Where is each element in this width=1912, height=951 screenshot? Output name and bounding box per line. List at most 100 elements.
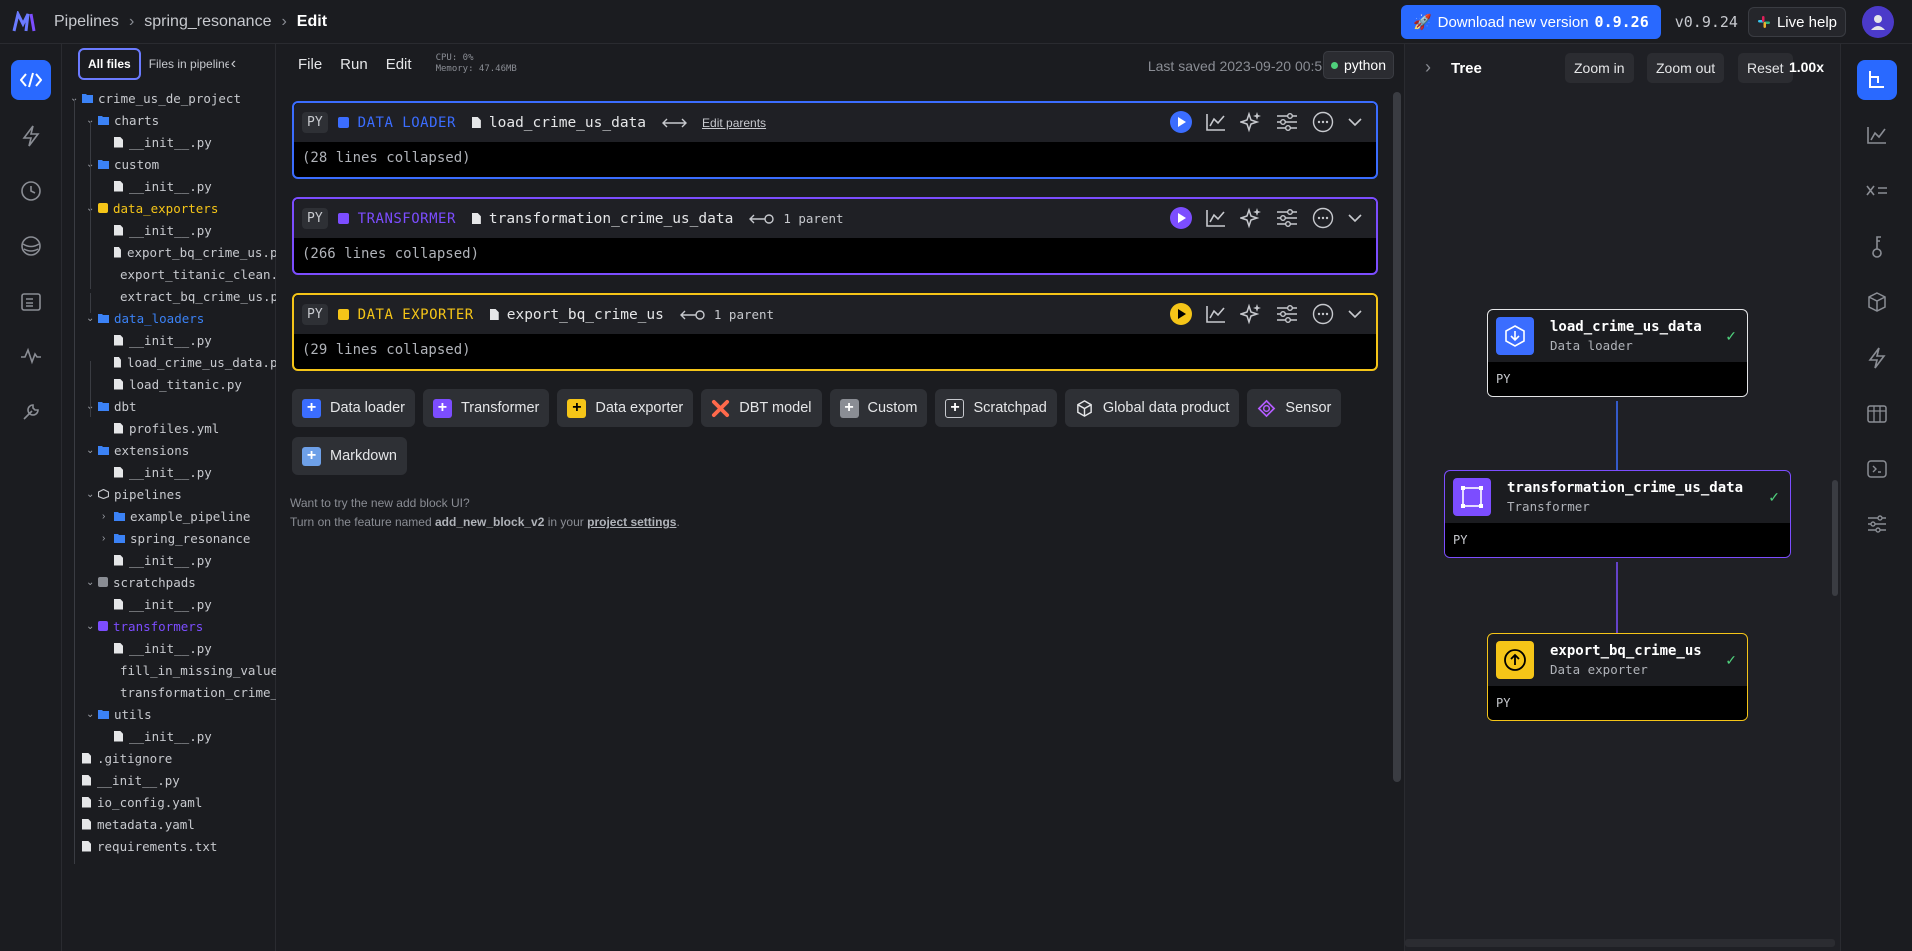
code-block[interactable]: PY DATA LOADER load_crime_us_data Edit p… [292,101,1378,179]
tree-folder[interactable]: ⌄ transformers [86,615,273,637]
kernel-status-button[interactable]: python [1322,51,1394,79]
add-data-exporter-button[interactable]: + Data exporter [557,389,694,427]
run-block-icon[interactable] [1170,111,1192,133]
breadcrumb-pipeline[interactable]: spring_resonance [144,13,271,31]
run-block-icon[interactable] [1170,207,1192,229]
tree-file[interactable]: .gitignore [82,747,285,769]
tree-folder[interactable]: ⌄ dbt [86,395,273,417]
tree-scrollbar-vertical[interactable] [1832,480,1838,596]
tree-node[interactable]: export_bq_crime_us Data exporter ✓ PY [1487,633,1748,721]
tree-folder[interactable]: ⌄ data_loaders [86,307,273,329]
more-options-icon[interactable] [1312,303,1334,325]
tree-file[interactable]: __init__.py [114,593,285,615]
charts-view-button[interactable] [1857,115,1897,155]
tree-file[interactable]: io_config.yaml [82,791,285,813]
add-transformer-button[interactable]: + Transformer [422,389,550,427]
data-products-view-button[interactable] [1857,282,1897,322]
live-help-button[interactable]: Live help [1747,7,1846,37]
chevron-down-icon[interactable] [1348,117,1362,127]
tree-file[interactable]: fill_in_missing_values.py [114,659,285,681]
tree-view-button[interactable] [1857,60,1897,100]
tree-folder[interactable]: ⌄ data_exporters [86,197,273,219]
block-parents[interactable]: 1 parent [679,307,774,322]
triggers-nav-button[interactable] [11,116,51,156]
add-global-data-product-button[interactable]: Global data product [1064,389,1240,427]
tree-file[interactable]: __init__.py [114,175,285,197]
runs-nav-button[interactable] [11,171,51,211]
collapsed-code-label[interactable]: (266 lines collapsed) [294,238,1376,270]
block-name[interactable]: transformation_crime_us_data [489,211,733,227]
tree-folder[interactable]: ⌄ pipelines [86,483,273,505]
add-sensor-button[interactable]: Sensor [1247,389,1342,427]
sparkles-icon[interactable] [1240,303,1262,325]
more-options-icon[interactable] [1312,111,1334,133]
chevron-down-icon[interactable] [1348,309,1362,319]
metrics-nav-button[interactable] [11,336,51,376]
tree-file[interactable]: __init__.py [114,725,285,747]
editor-scrollbar[interactable] [1393,92,1401,782]
chevron-down-icon[interactable] [1348,213,1362,223]
block-name[interactable]: load_crime_us_data [489,115,646,131]
tree-file[interactable]: transformation_crime_us_data.py [114,681,285,703]
tree-folder[interactable]: ⌄ custom [86,153,273,175]
tree-node[interactable]: transformation_crime_us_data Transformer… [1444,470,1791,558]
tree-file[interactable]: profiles.yml [114,417,285,439]
sliders-icon[interactable] [1276,304,1298,324]
avatar[interactable] [1862,6,1894,38]
monitor-nav-button[interactable] [11,226,51,266]
tab-all-files[interactable]: All files [78,48,141,80]
tree-folder[interactable]: ⌄ utils [86,703,273,725]
add-scratchpad-button[interactable]: + Scratchpad [935,389,1057,427]
tree-file[interactable]: metadata.yaml [82,813,285,835]
block-parents[interactable]: Edit parents [662,116,766,130]
tree-scrollbar-horizontal[interactable] [1405,939,1835,947]
tree-folder[interactable]: › spring_resonance [102,527,273,549]
collapsed-code-label[interactable]: (28 lines collapsed) [294,142,1376,174]
tree-file[interactable]: __init__.py [114,219,285,241]
edit-parents-link[interactable]: Edit parents [702,116,766,130]
tree-file[interactable]: extract_bq_crime_us.py [114,285,285,307]
tree-folder[interactable]: ⌄ scratchpads [86,571,273,593]
terminal-view-button[interactable] [1857,449,1897,489]
tree-file[interactable]: __init__.py [114,329,285,351]
run-block-icon[interactable] [1170,303,1192,325]
tree-file[interactable]: export_bq_crime_us.py [114,241,285,263]
breadcrumb-pipelines[interactable]: Pipelines [54,13,119,31]
sliders-icon[interactable] [1276,208,1298,228]
menu-edit[interactable]: Edit [386,56,412,73]
menu-run[interactable]: Run [340,56,368,73]
code-block[interactable]: PY TRANSFORMER transformation_crime_us_d… [292,197,1378,275]
settings-nav-button[interactable] [11,392,51,432]
tree-root[interactable]: ⌄ crime_us_de_project [70,87,241,109]
tab-files-in-pipeline[interactable]: Files in pipeline [141,50,229,78]
chart-icon[interactable] [1206,305,1226,323]
tree-file[interactable]: __init__.py [82,769,285,791]
tree-file[interactable]: requirements.txt [82,835,285,857]
add-markdown-button[interactable]: + Markdown [292,437,407,475]
tree-file[interactable]: __init__.py [114,637,285,659]
sliders-icon[interactable] [1276,112,1298,132]
chart-icon[interactable] [1206,209,1226,227]
sparkles-icon[interactable] [1240,111,1262,133]
chevron-left-icon[interactable]: ‹ [231,55,236,73]
collapsed-code-label[interactable]: (29 lines collapsed) [294,334,1376,366]
block-parents[interactable]: 1 parent [749,211,844,226]
tree-file[interactable]: load_titanic.py [114,373,285,395]
triggers-view-button[interactable] [1857,338,1897,378]
settings-view-button[interactable] [1857,504,1897,544]
variables-view-button[interactable] [1857,171,1897,211]
chart-icon[interactable] [1206,113,1226,131]
tree-file[interactable]: __init__.py [114,549,285,571]
code-block[interactable]: PY DATA EXPORTER export_bq_crime_us 1 pa… [292,293,1378,371]
more-options-icon[interactable] [1312,207,1334,229]
tree-folder[interactable]: ⌄ extensions [86,439,273,461]
secrets-view-button[interactable] [1857,227,1897,267]
download-new-version-button[interactable]: 🚀 Download new version 0.9.26 [1400,5,1661,39]
code-editor-nav-button[interactable] [11,60,51,100]
menu-file[interactable]: File [298,56,322,73]
tree-folder[interactable]: › example_pipeline [102,505,273,527]
tree-file[interactable]: __init__.py [114,131,285,153]
tree-node[interactable]: load_crime_us_data Data loader ✓ PY [1487,309,1748,397]
tree-file[interactable]: export_titanic_clean.py [114,263,285,285]
add-data-loader-button[interactable]: + Data loader [292,389,415,427]
